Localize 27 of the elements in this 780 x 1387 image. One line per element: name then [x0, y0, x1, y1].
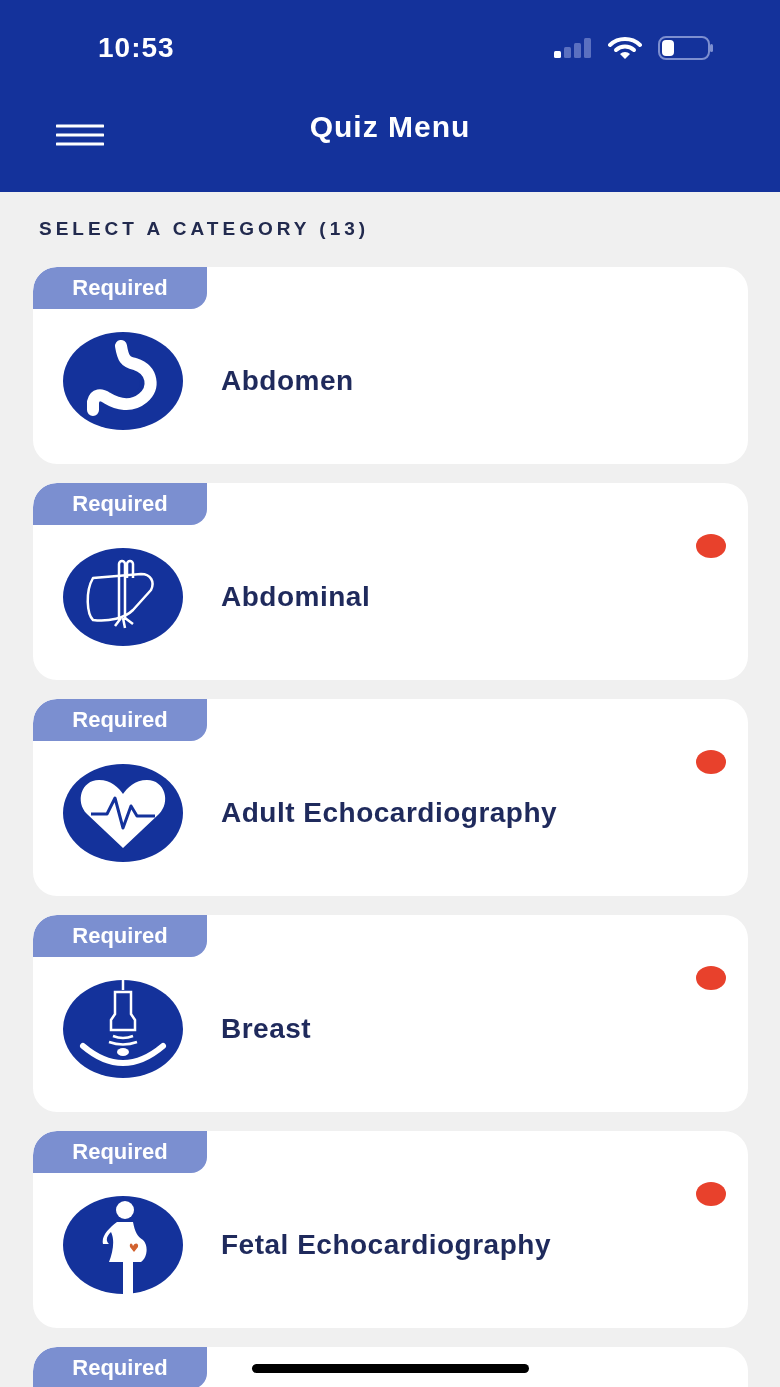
category-card[interactable]: Required Breast	[33, 915, 748, 1112]
menu-icon	[56, 124, 104, 146]
status-time: 10:53	[98, 32, 175, 64]
section-label: SELECT A CATEGORY (13)	[38, 218, 371, 240]
required-tag: Required	[33, 1131, 207, 1173]
category-card[interactable]: Required Abdominal	[33, 483, 748, 680]
category-title: Breast	[221, 1013, 312, 1045]
battery-icon	[658, 36, 714, 60]
category-title: Fetal Echocardiography	[221, 1229, 551, 1261]
pregnant-icon	[63, 1196, 183, 1294]
wifi-icon	[608, 36, 642, 60]
category-title: Abdomen	[221, 365, 354, 397]
category-title: Adult Echocardiography	[221, 797, 558, 829]
required-tag: Required	[33, 699, 207, 741]
screen-title: Quiz Menu	[309, 110, 471, 144]
required-tag: Required	[33, 483, 207, 525]
liver-icon	[63, 548, 183, 646]
signal-icon	[554, 38, 592, 58]
stomach-icon	[63, 332, 183, 430]
required-tag: Required	[33, 915, 207, 957]
category-card[interactable]: Required Fetal Echocardiography	[33, 1131, 748, 1328]
category-card[interactable]: Required Abdomen	[33, 267, 748, 464]
category-title: Abdominal	[221, 581, 371, 613]
category-card[interactable]: Required Adult Echocardiography	[33, 699, 748, 896]
probe-icon	[63, 980, 183, 1078]
required-tag: Required	[33, 267, 207, 309]
required-tag: Required	[33, 1347, 207, 1387]
